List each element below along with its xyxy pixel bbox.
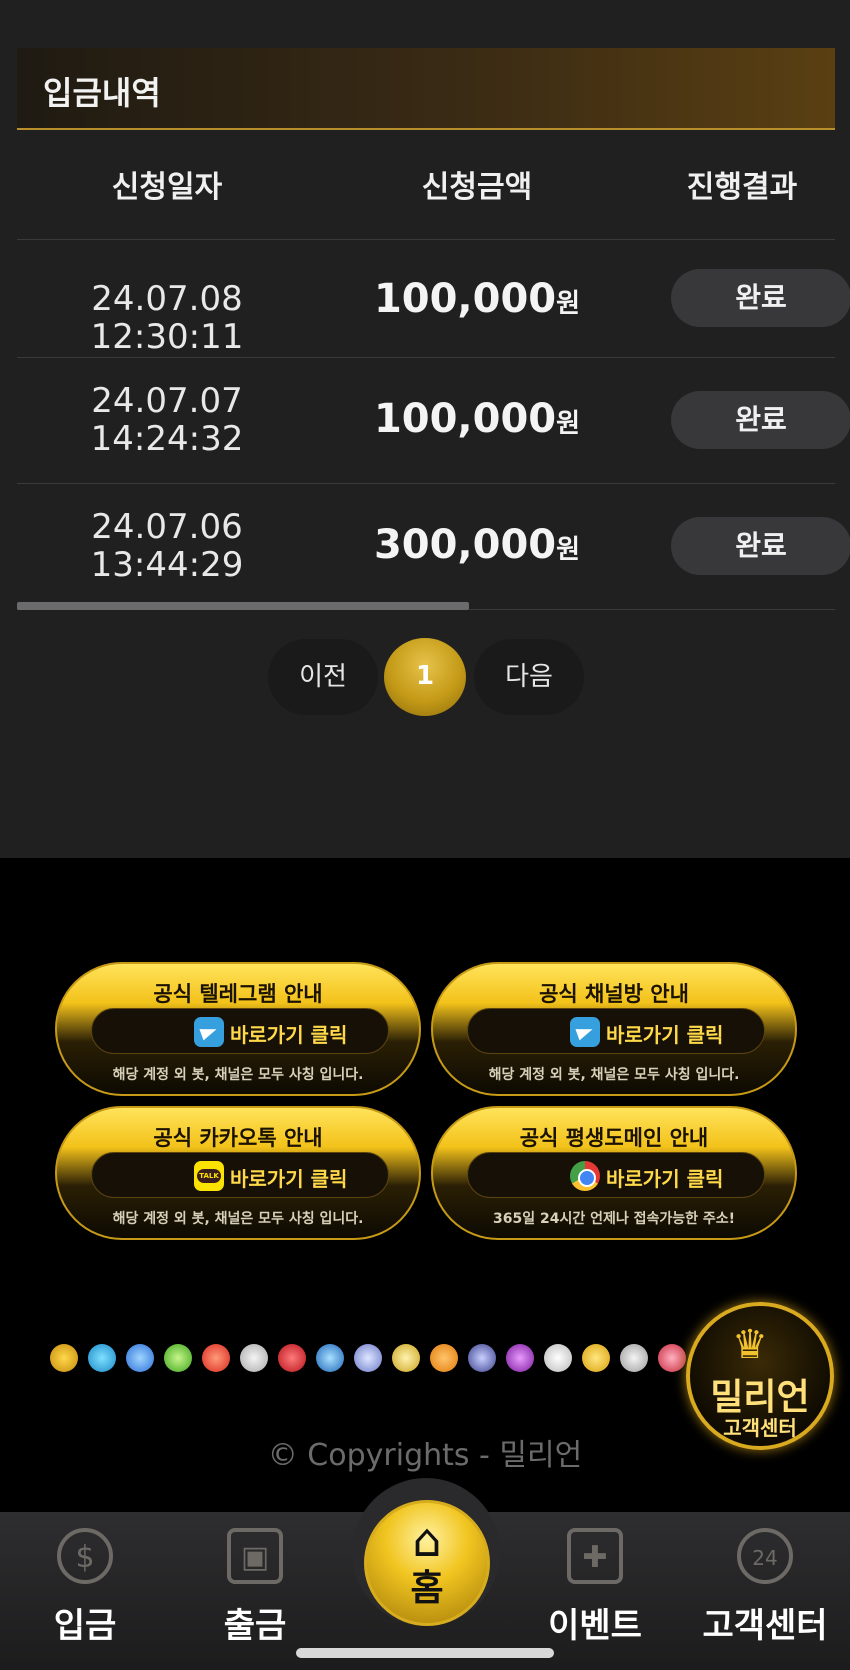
kakaotalk-icon — [194, 1161, 224, 1191]
deposit-history-section: 입금내역 신청일자 신청금액 진행결과 24.07.08 12:30:11 10… — [0, 0, 850, 858]
banner-link-button[interactable]: 바로가기 클릭 — [91, 1008, 389, 1054]
nav-deposit-label: 입금 — [53, 1606, 117, 1646]
row-date: 24.07.06 13:44:29 — [17, 508, 317, 584]
amount-value: 300,000 — [373, 522, 557, 568]
prev-page-button[interactable]: 이전 — [268, 639, 378, 715]
nav-home-button[interactable]: ⌂ 홈 — [364, 1500, 490, 1626]
provider-logo-icon — [658, 1344, 686, 1372]
provider-logo-icon — [88, 1344, 116, 1372]
banner-note: 365일 24시간 언제나 접속가능한 주소! — [492, 1211, 736, 1227]
nav-home-label: 홈 — [410, 1568, 444, 1609]
copyright-text: © Copyrights - 밀리언 — [267, 1438, 583, 1473]
banner-note: 해당 계정 외 봇, 채널은 모두 사칭 입니다. — [112, 1211, 364, 1227]
banner-link-label: 바로가기 클릭 — [606, 1167, 724, 1191]
header-result: 진행결과 — [686, 170, 798, 205]
next-page-button[interactable]: 다음 — [474, 639, 584, 715]
current-page-button[interactable]: 1 — [384, 638, 466, 716]
panel-header: 입금내역 — [17, 48, 835, 130]
banner-telegram[interactable]: 공식 텔레그램 안내 바로가기 클릭 해당 계정 외 봇, 채널은 모두 사칭 … — [55, 962, 421, 1096]
status-button[interactable]: 완료 — [671, 391, 850, 449]
provider-logo-icon — [164, 1344, 192, 1372]
table-row: 24.07.07 14:24:32 100,000원 완료 — [17, 358, 850, 484]
row-amount: 100,000원 — [317, 396, 637, 442]
row-amount: 300,000원 — [317, 522, 637, 568]
nav-deposit[interactable]: $ 입금 — [0, 1512, 170, 1646]
banner-link-button[interactable]: 바로가기 클릭 — [467, 1152, 765, 1198]
nav-support[interactable]: 24 고객센터 — [680, 1512, 850, 1646]
wallet-icon: ▣ — [227, 1528, 283, 1584]
banner-link-button[interactable]: 바로가기 클릭 — [467, 1008, 765, 1054]
gift-icon: ✚ — [567, 1528, 623, 1584]
nav-event-label: 이벤트 — [548, 1606, 642, 1646]
provider-logo-icon — [354, 1344, 382, 1372]
customer-center-button[interactable]: ♛ 밀리언 고객센터 — [686, 1302, 834, 1450]
provider-logo-icon — [506, 1344, 534, 1372]
nav-event[interactable]: ✚ 이벤트 — [510, 1512, 680, 1646]
horizontal-scrollbar[interactable] — [17, 602, 469, 610]
amount-unit: 원 — [556, 535, 581, 565]
provider-logo-icon — [468, 1344, 496, 1372]
nav-withdraw-label: 출금 — [223, 1606, 287, 1646]
banner-link-button[interactable]: 바로가기 클릭 — [91, 1152, 389, 1198]
banner-note: 해당 계정 외 봇, 채널은 모두 사칭 입니다. — [112, 1067, 364, 1083]
clock-24-icon: 24 — [737, 1528, 793, 1584]
table-row: 24.07.06 13:44:29 300,000원 완료 — [17, 484, 850, 610]
table-row: 24.07.08 12:30:11 100,000원 완료 — [17, 240, 850, 358]
gesture-bar[interactable] — [296, 1648, 554, 1658]
header-request-amount: 신청금액 — [421, 170, 533, 205]
provider-logo-icon — [316, 1344, 344, 1372]
banner-link-label: 바로가기 클릭 — [230, 1167, 348, 1191]
telegram-icon — [570, 1017, 600, 1047]
banner-link-label: 바로가기 클릭 — [606, 1023, 724, 1047]
banner-title: 공식 카카오톡 안내 — [153, 1126, 323, 1150]
provider-logo-icon — [240, 1344, 268, 1372]
row-amount: 100,000원 — [317, 276, 637, 322]
dollar-coin-icon: $ — [57, 1528, 113, 1584]
amount-unit: 원 — [556, 289, 581, 319]
row-date: 24.07.07 14:24:32 — [17, 382, 317, 458]
panel-title: 입금내역 — [43, 74, 161, 112]
row-date: 24.07.08 12:30:11 — [90, 279, 244, 357]
banner-title: 공식 평생도메인 안내 — [519, 1126, 709, 1150]
provider-logo-icon — [202, 1344, 230, 1372]
banner-note: 해당 계정 외 봇, 채널은 모두 사칭 입니다. — [488, 1067, 740, 1083]
amount-value: 100,000 — [373, 396, 557, 442]
nav-withdraw[interactable]: ▣ 출금 — [170, 1512, 340, 1646]
banner-kakaotalk[interactable]: 공식 카카오톡 안내 바로가기 클릭 해당 계정 외 봇, 채널은 모두 사칭 … — [55, 1106, 421, 1240]
banner-title: 공식 텔레그램 안내 — [153, 982, 323, 1006]
provider-logo-icon — [430, 1344, 458, 1372]
banner-title: 공식 채널방 안내 — [539, 982, 689, 1006]
status-button[interactable]: 완료 — [671, 517, 850, 575]
nav-support-label: 고객센터 — [702, 1606, 828, 1646]
status-button[interactable]: 완료 — [671, 269, 850, 327]
provider-logo-icon — [582, 1344, 610, 1372]
provider-logo-icon — [392, 1344, 420, 1372]
banner-domain[interactable]: 공식 평생도메인 안내 바로가기 클릭 365일 24시간 언제나 접속가능한 … — [431, 1106, 797, 1240]
telegram-icon — [194, 1017, 224, 1047]
provider-logo-icon — [126, 1344, 154, 1372]
chrome-icon — [570, 1161, 600, 1191]
banner-channel[interactable]: 공식 채널방 안내 바로가기 클릭 해당 계정 외 봇, 채널은 모두 사칭 입… — [431, 962, 797, 1096]
provider-logo-icon — [50, 1344, 78, 1372]
crown-icon: ♛ — [732, 1322, 768, 1368]
table-header: 신청일자 신청금액 진행결과 — [17, 140, 835, 240]
header-request-date: 신청일자 — [111, 170, 223, 205]
row-date-day: 24.07.07 — [91, 381, 243, 421]
row-date-day: 24.07.06 — [91, 507, 243, 547]
row-date-time: 14:24:32 — [90, 419, 244, 459]
row-date-time: 13:44:29 — [90, 545, 244, 585]
provider-logo-icon — [620, 1344, 648, 1372]
amount-value: 100,000 — [373, 276, 557, 322]
provider-logo-icon — [544, 1344, 572, 1372]
amount-unit: 원 — [556, 409, 581, 439]
banner-link-label: 바로가기 클릭 — [230, 1023, 348, 1047]
provider-logo-icon — [278, 1344, 306, 1372]
